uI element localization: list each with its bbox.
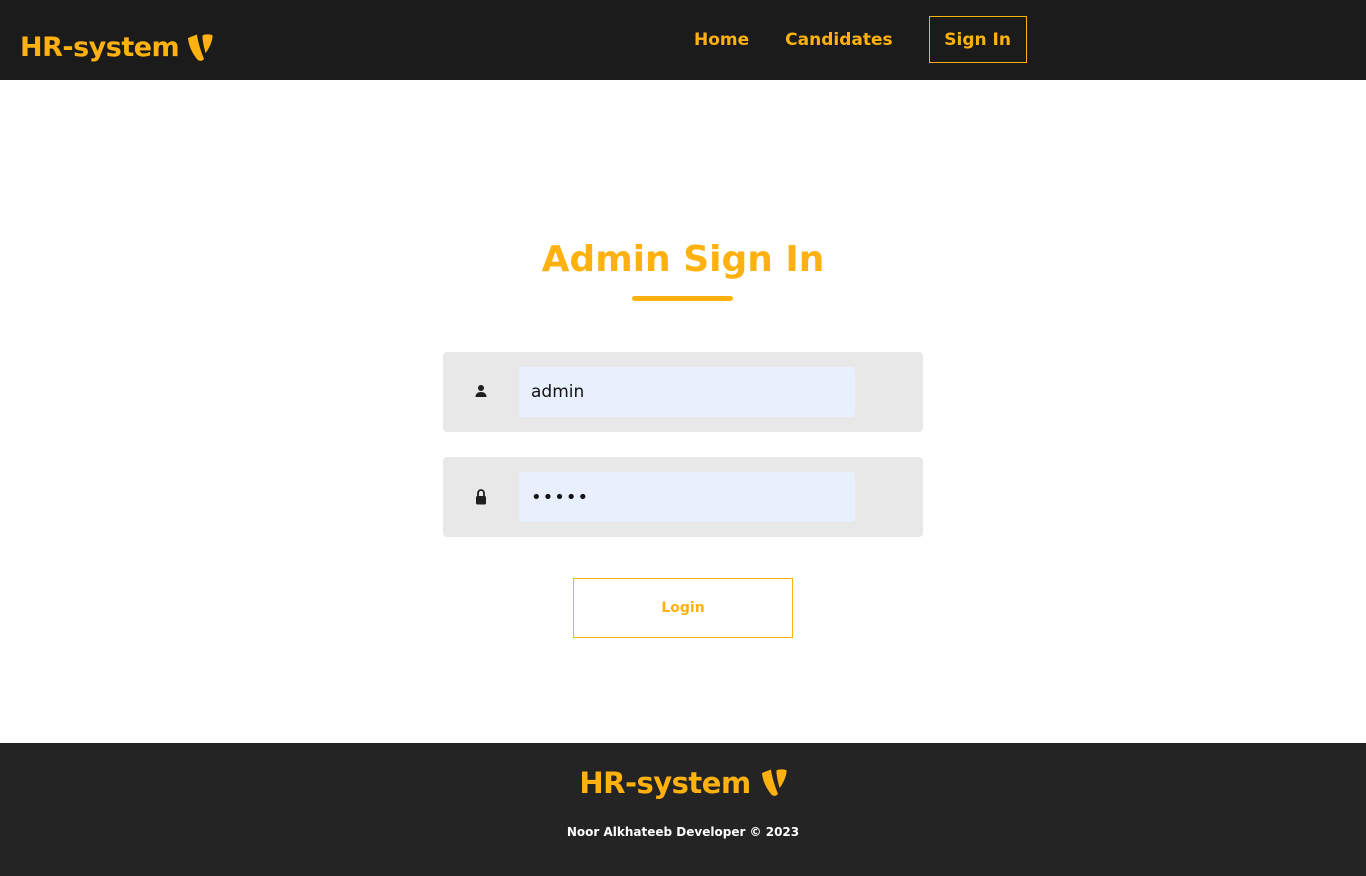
nav-candidates-link[interactable]: Candidates: [785, 30, 892, 50]
sign-in-section: Admin Sign In Login: [0, 80, 1366, 743]
main-nav: Home Candidates Sign In: [680, 16, 1027, 63]
footer-brand-name: HR-system: [579, 766, 751, 800]
username-input[interactable]: [519, 367, 855, 417]
brand-name: HR-system: [20, 32, 180, 63]
typo3-logo-icon: [761, 769, 787, 797]
page-title: Admin Sign In: [541, 239, 825, 280]
username-field-group: [443, 352, 923, 432]
brand-link[interactable]: HR-system: [20, 30, 213, 66]
login-button[interactable]: Login: [573, 578, 793, 638]
footer: HR-system Noor Alkhateeb Developer © 202…: [0, 743, 1366, 876]
copyright-text: Noor Alkhateeb Developer © 2023: [566, 825, 800, 839]
nav-home-link[interactable]: Home: [694, 30, 749, 50]
user-icon: [474, 383, 488, 401]
nav-sign-in-button[interactable]: Sign In: [928, 16, 1027, 63]
footer-brand: HR-system: [0, 765, 1366, 801]
navbar: HR-system Home Candidates Sign In: [0, 0, 1366, 80]
typo3-logo-icon: [187, 34, 213, 62]
password-field-group: [443, 457, 923, 537]
title-underline: [632, 296, 733, 301]
lock-icon: [474, 488, 488, 506]
password-input[interactable]: [519, 472, 855, 522]
